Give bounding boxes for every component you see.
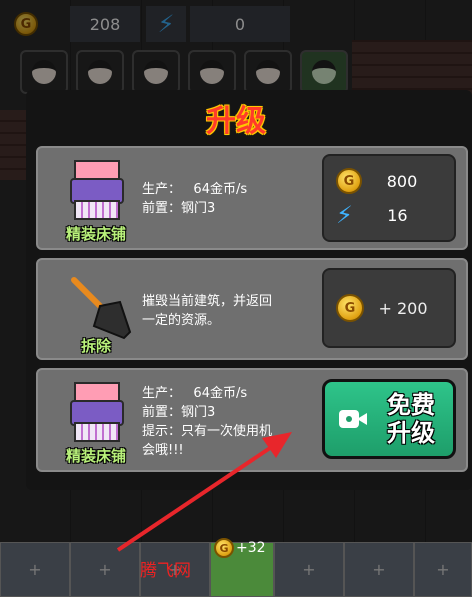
production-label: 生产： — [142, 182, 182, 197]
empty-slot[interactable]: + — [414, 542, 472, 597]
empty-slot[interactable]: + — [274, 542, 344, 597]
bed-thumbnail: 精装床铺 — [52, 378, 140, 466]
coin-icon: G — [336, 294, 364, 322]
building-name: 精装床铺 — [65, 225, 126, 243]
free-upgrade-button[interactable]: 免费 升级 — [322, 379, 456, 459]
cost-energy: 16 — [387, 205, 408, 225]
free-upgrade-label-line1: 免费 — [387, 391, 435, 419]
upgrade-cost-button[interactable]: G 800 ⚡ 16 — [322, 154, 456, 242]
lightning-icon: ⚡ — [336, 201, 353, 229]
prereq-label: 前置： — [142, 405, 182, 420]
empty-slot[interactable]: + — [0, 542, 70, 597]
hint-line2: 会哦!!! — [142, 443, 184, 458]
coin-icon: G — [214, 538, 234, 558]
bed-icon — [70, 382, 124, 442]
bed-thumbnail: 精装床铺 — [52, 156, 140, 244]
free-upgrade-card: 精装床铺 生产： 64金币/s 前置：钢门3 提示：只有一次使用机 会哦!!! … — [36, 368, 468, 472]
production-value: 64金币/s — [193, 182, 248, 197]
demolish-desc-line2: 一定的资源。 — [142, 313, 221, 328]
building-name: 精装床铺 — [65, 447, 126, 465]
modal-title: 升级 — [206, 104, 266, 139]
watermark: 腾飞网 — [140, 561, 191, 581]
coin-gain-amount: +32 — [236, 540, 266, 556]
demolish-description: 摧毁当前建筑，并返回 一定的资源。 — [142, 292, 272, 330]
coin-gain-popup: G +32 — [214, 538, 266, 558]
production-label: 生产： — [142, 386, 182, 401]
prereq-value: 钢门3 — [181, 201, 216, 216]
coin-icon: G — [336, 168, 362, 194]
prereq-label: 前置： — [142, 201, 182, 216]
shovel-thumbnail: 拆除 — [52, 268, 140, 356]
demolish-button[interactable]: G + 200 — [322, 268, 456, 348]
demolish-card: 拆除 摧毁当前建筑，并返回 一定的资源。 G + 200 — [36, 258, 468, 360]
free-upgrade-label-line2: 升级 — [387, 419, 435, 447]
bed-icon — [70, 160, 124, 220]
upgrade-description: 生产： 64金币/s 前置：钢门3 — [142, 180, 247, 218]
prereq-value: 钢门3 — [181, 405, 216, 420]
production-value: 64金币/s — [193, 386, 248, 401]
refund-amount: + 200 — [378, 298, 428, 318]
video-camera-icon — [339, 407, 369, 431]
free-upgrade-description: 生产： 64金币/s 前置：钢门3 提示：只有一次使用机 会哦!!! — [142, 384, 272, 460]
cost-coins: 800 — [386, 171, 418, 191]
free-upgrade-label: 免费 升级 — [369, 391, 453, 447]
demolish-desc-line1: 摧毁当前建筑，并返回 — [142, 294, 273, 309]
shovel-icon — [71, 277, 132, 340]
upgrade-card: 精装床铺 生产： 64金币/s 前置：钢门3 G 800 ⚡ 16 — [36, 146, 468, 250]
empty-slot[interactable]: + — [70, 542, 140, 597]
empty-slot[interactable]: + — [344, 542, 414, 597]
demolish-label: 拆除 — [80, 337, 111, 355]
hint-line1: 提示：只有一次使用机 — [142, 424, 273, 439]
